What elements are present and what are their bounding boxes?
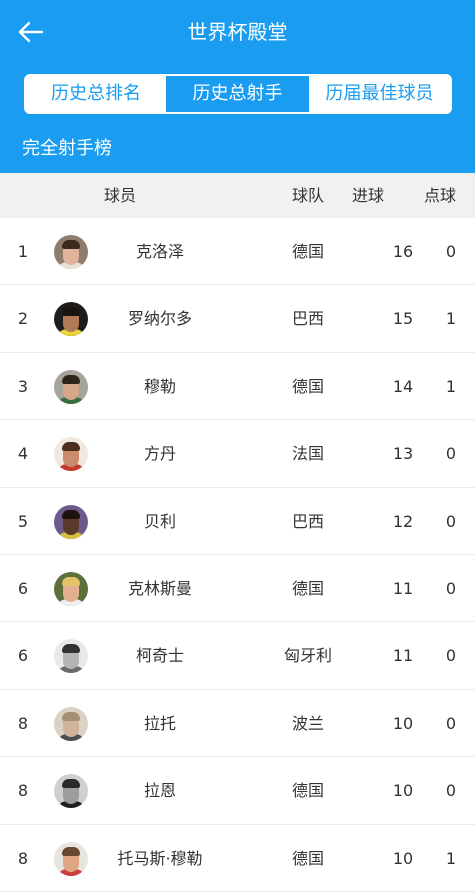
rank: 6 <box>17 578 29 598</box>
team-name: 德国 <box>291 242 324 261</box>
player-name: 罗纳尔多 <box>127 309 192 329</box>
avatar <box>54 706 88 741</box>
tab-history-ranking[interactable]: 历史总排名 <box>26 76 166 112</box>
penalties: 1 <box>445 376 457 396</box>
tab-best-players[interactable]: 历届最佳球员 <box>308 76 450 112</box>
rank: 3 <box>17 376 29 396</box>
rank: 8 <box>17 713 29 733</box>
arrow-left-icon <box>18 21 44 43</box>
rank: 8 <box>17 781 29 801</box>
table-row[interactable]: 8 拉恩 德国 10 0 <box>0 757 475 825</box>
team-name: 巴西 <box>291 309 324 329</box>
penalties: 1 <box>445 309 457 329</box>
rank: 2 <box>17 309 29 329</box>
player-name: 贝利 <box>143 511 176 531</box>
penalties: 0 <box>445 578 457 598</box>
team-name: 法国 <box>291 444 324 464</box>
team-name: 德国 <box>291 781 324 801</box>
penalties: 1 <box>445 848 457 868</box>
avatar <box>54 437 88 472</box>
rank: 4 <box>17 444 29 464</box>
team-name: 德国 <box>291 848 324 868</box>
penalties: 0 <box>445 781 457 801</box>
tab-history-scorers[interactable]: 历史总射手 <box>166 76 308 112</box>
avatar <box>54 774 88 809</box>
penalties: 0 <box>445 646 457 666</box>
table-row[interactable]: 4 方丹 法国 13 0 <box>0 420 475 488</box>
section-title: 完全射手榜 <box>0 127 475 173</box>
top-bar: 世界杯殿堂 历史总排名 历史总射手 历届最佳球员 <box>0 0 475 127</box>
table-row[interactable]: 2 罗纳尔多 巴西 15 1 <box>0 285 475 353</box>
player-name: 方丹 <box>143 444 176 464</box>
back-button[interactable] <box>12 14 48 50</box>
avatar <box>54 369 88 404</box>
rank: 8 <box>17 848 29 868</box>
avatar <box>54 302 88 337</box>
player-name: 穆勒 <box>143 376 176 396</box>
table-row[interactable]: 3 穆勒 德国 14 1 <box>0 353 475 421</box>
avatar <box>54 639 88 674</box>
table-row[interactable]: 8 托马斯·穆勒 德国 10 1 <box>0 825 475 892</box>
avatar <box>54 504 88 539</box>
penalties: 0 <box>445 713 457 733</box>
tab-bar: 历史总排名 历史总射手 历届最佳球员 <box>24 74 452 114</box>
scorer-list: 1 克洛泽 德国 16 0 2 罗纳尔多 巴西 15 1 3 穆勒 德国 14 … <box>0 218 475 892</box>
rank: 5 <box>17 511 29 531</box>
player-name: 柯奇士 <box>135 646 184 666</box>
penalties: 0 <box>445 444 457 464</box>
avatar <box>54 571 88 606</box>
avatar <box>54 235 88 269</box>
table-row[interactable]: 1 克洛泽 德国 16 0 <box>0 218 475 286</box>
column-penalties: 点球 <box>423 186 456 205</box>
table-row[interactable]: 6 柯奇士 匈牙利 11 0 <box>0 622 475 690</box>
player-name: 托马斯·穆勒 <box>117 848 203 868</box>
table-row[interactable]: 8 拉托 波兰 10 0 <box>0 690 475 758</box>
page-title: 世界杯殿堂 <box>187 20 288 44</box>
player-name: 拉恩 <box>143 781 176 801</box>
column-goals: 进球 <box>351 186 384 205</box>
team-name: 匈牙利 <box>283 646 332 666</box>
player-name: 克林斯曼 <box>127 578 192 598</box>
table-row[interactable]: 6 克林斯曼 德国 11 0 <box>0 555 475 623</box>
player-name: 克洛泽 <box>135 242 184 261</box>
player-name: 拉托 <box>143 713 176 733</box>
table-header: 球员 球队 进球 点球 <box>0 173 475 218</box>
column-player: 球员 <box>103 186 136 205</box>
team-name: 波兰 <box>291 713 324 733</box>
team-name: 巴西 <box>291 511 324 531</box>
table-row[interactable]: 5 贝利 巴西 12 0 <box>0 488 475 555</box>
rank: 6 <box>17 646 29 666</box>
penalties: 0 <box>445 242 457 261</box>
avatar <box>54 841 88 876</box>
rank: 1 <box>17 242 29 261</box>
team-name: 德国 <box>291 578 324 598</box>
team-name: 德国 <box>291 376 324 396</box>
penalties: 0 <box>445 511 457 531</box>
